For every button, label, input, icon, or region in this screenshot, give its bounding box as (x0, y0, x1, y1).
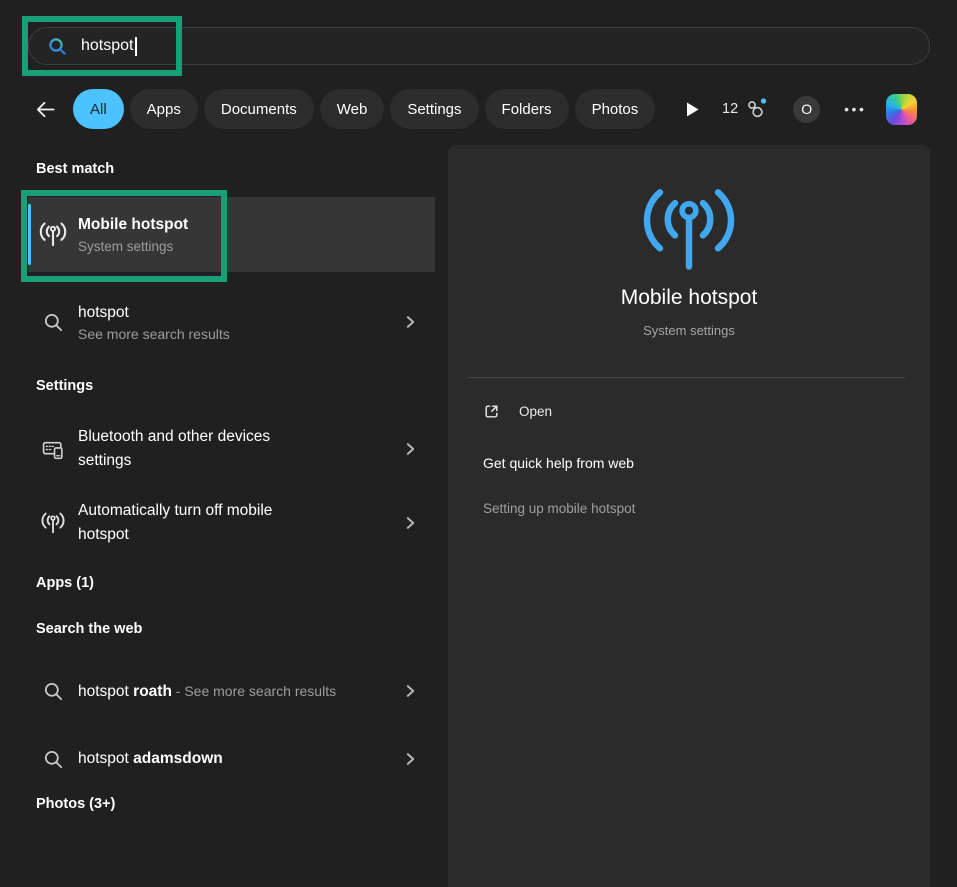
result-see-more-search[interactable]: hotspot See more search results (28, 296, 435, 348)
chevron-right-icon (404, 685, 417, 698)
tab-documents[interactable]: Documents (204, 89, 314, 129)
tab-folders[interactable]: Folders (485, 89, 569, 129)
tab-all[interactable]: All (73, 89, 124, 129)
open-label: Open (519, 404, 552, 419)
tab-settings[interactable]: Settings (390, 89, 478, 129)
see-more-title: hotspot (78, 301, 435, 325)
web-query-extra: - See more search results (172, 683, 336, 699)
preview-divider (468, 377, 905, 378)
help-section-header: Get quick help from web (483, 455, 634, 471)
auto-turn-off-label: Automatically turn off mobile hotspot (78, 499, 318, 547)
search-query-text: hotspot (81, 37, 133, 55)
web-query-bold: adamsdown (133, 750, 223, 767)
best-match-title: Mobile hotspot (78, 213, 435, 237)
tabs-scroll-right-button[interactable] (679, 94, 705, 124)
back-button[interactable] (30, 94, 60, 124)
result-best-match-mobile-hotspot[interactable]: Mobile hotspot System settings (28, 197, 435, 272)
web-query-text: hotspot (78, 750, 133, 767)
arrow-left-icon (34, 98, 57, 121)
result-web-hotspot-roath[interactable]: hotspot roath - See more search results (28, 662, 435, 720)
preview-subtitle: System settings (448, 323, 930, 338)
search-icon (48, 37, 67, 56)
open-external-icon (483, 403, 500, 420)
filter-tab-row: All Apps Documents Web Settings Folders … (30, 88, 705, 130)
web-query-bold: roath (133, 683, 172, 700)
section-header-settings: Settings (36, 378, 93, 394)
preview-title: Mobile hotspot (448, 286, 930, 310)
ellipsis-icon: ••• (844, 101, 866, 117)
result-web-hotspot-adamsdown[interactable]: hotspot adamsdown (28, 738, 435, 780)
tab-web[interactable]: Web (320, 89, 385, 129)
chevron-right-icon (404, 517, 417, 530)
mobile-hotspot-large-icon (637, 187, 741, 273)
windows-search-flyout: hotspot All Apps Documents Web Settings … (0, 0, 957, 887)
filter-pills-strip: All Apps Documents Web Settings Folders … (73, 89, 673, 129)
more-options-button[interactable]: ••• (844, 101, 866, 117)
avatar-initial: O (801, 101, 812, 117)
rewards-medal-icon (743, 97, 768, 122)
copilot-icon[interactable] (886, 94, 917, 125)
bluetooth-settings-label: Bluetooth and other devices settings (78, 425, 313, 473)
chevron-right-icon (404, 753, 417, 766)
user-avatar[interactable]: O (793, 96, 820, 123)
chevron-right-icon (404, 443, 417, 456)
tab-apps[interactable]: Apps (130, 89, 198, 129)
devices-icon (42, 438, 65, 461)
see-more-subtitle: See more search results (78, 325, 435, 344)
section-header-search-the-web: Search the web (36, 621, 142, 637)
result-bluetooth-devices-settings[interactable]: Bluetooth and other devices settings (28, 419, 435, 479)
result-auto-turn-off-hotspot[interactable]: Automatically turn off mobile hotspot (28, 493, 435, 553)
play-right-icon (686, 102, 699, 117)
search-input[interactable]: hotspot (28, 27, 930, 65)
best-match-subtitle: System settings (78, 237, 435, 256)
mobile-hotspot-icon (38, 222, 68, 247)
text-caret (135, 37, 137, 56)
chevron-right-icon (404, 316, 417, 329)
open-action[interactable]: Open (483, 403, 552, 420)
section-header-best-match: Best match (36, 161, 114, 177)
tab-photos[interactable]: Photos (575, 89, 656, 129)
search-glyph-icon (43, 681, 64, 702)
section-header-apps: Apps (1) (36, 575, 94, 591)
web-query-text: hotspot (78, 683, 133, 700)
mobile-hotspot-icon (40, 512, 66, 534)
rewards-points-count: 12 (722, 101, 738, 117)
search-glyph-icon (43, 312, 64, 333)
section-header-photos: Photos (3+) (36, 796, 115, 812)
selection-accent-bar (28, 204, 31, 265)
rewards-button[interactable]: 12 (722, 97, 768, 122)
search-header-actions: 12 O ••• (722, 88, 917, 130)
search-glyph-icon (43, 749, 64, 770)
help-link-setting-up-hotspot[interactable]: Setting up mobile hotspot (483, 501, 635, 516)
preview-panel: Mobile hotspot System settings Open Get … (448, 145, 930, 887)
rewards-notification-dot (761, 98, 766, 103)
